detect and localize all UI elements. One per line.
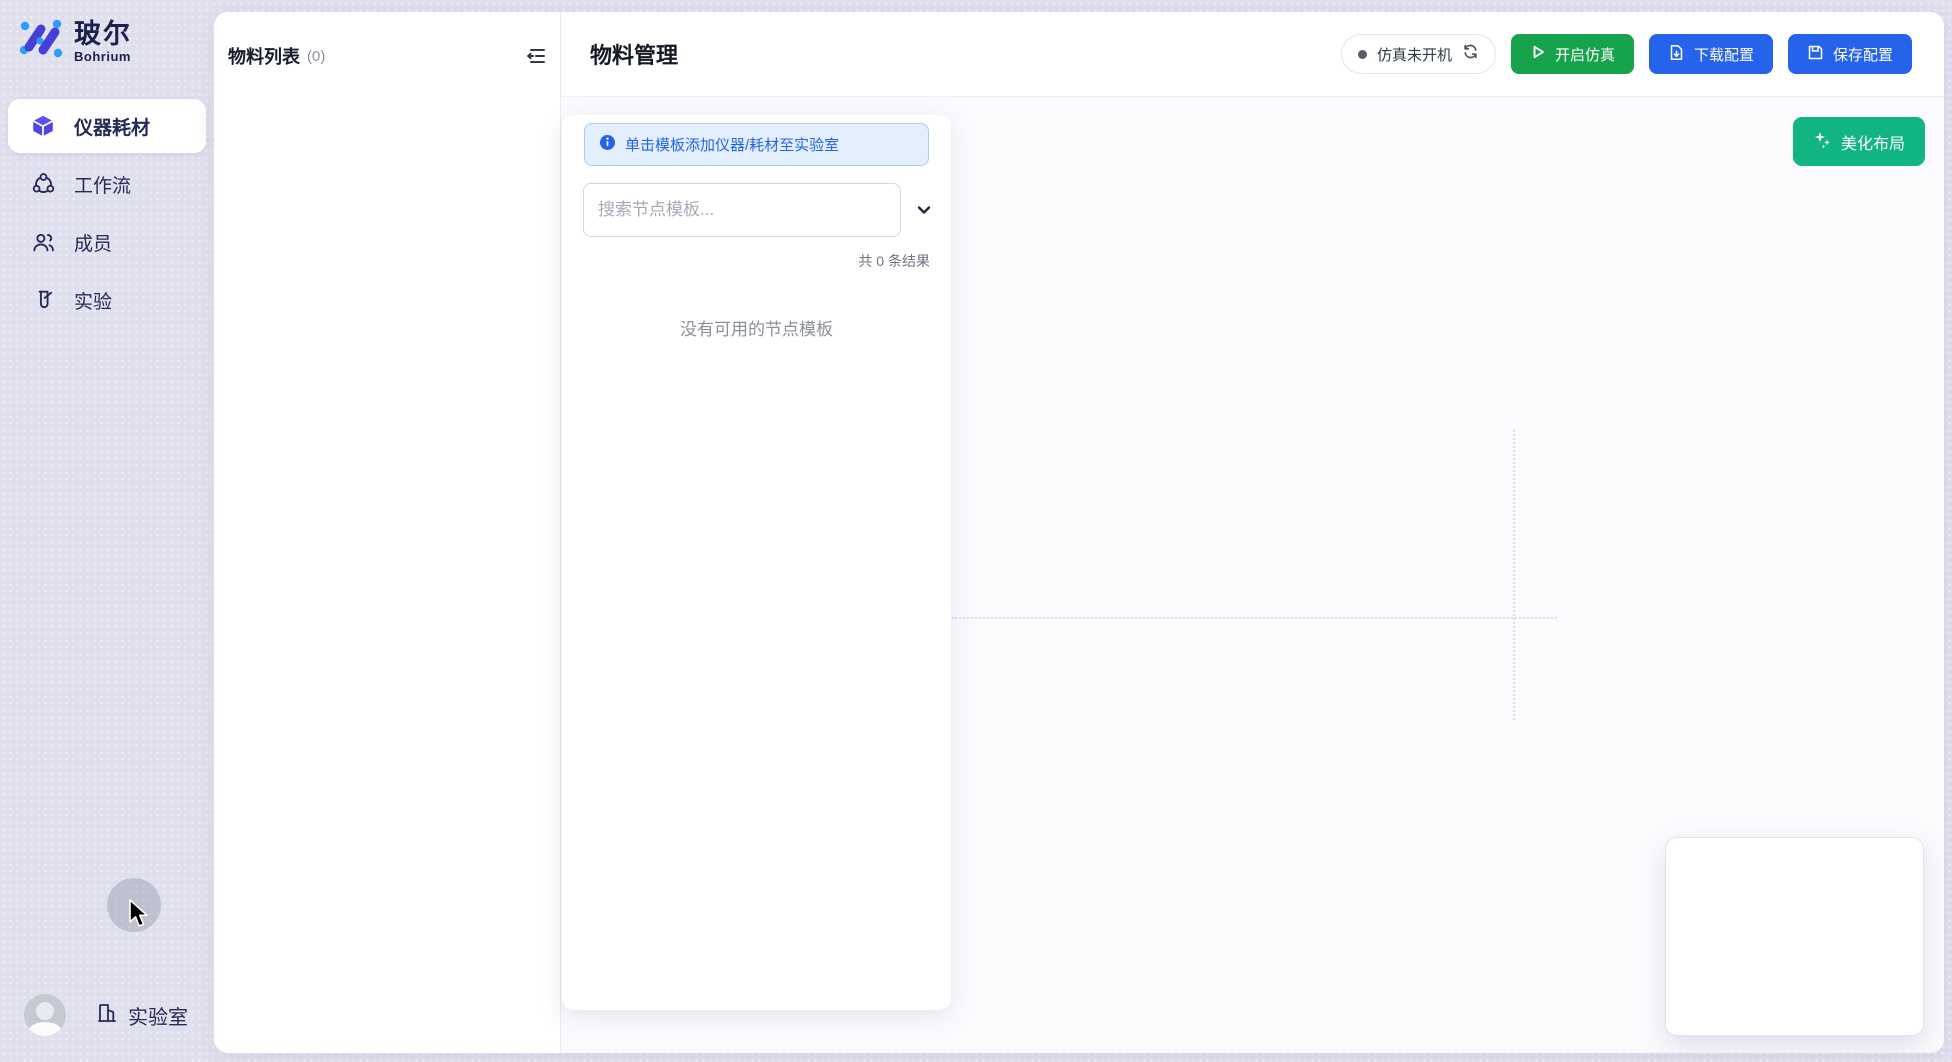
- collapse-panel-icon[interactable]: [522, 42, 550, 70]
- status-dot-icon: [1358, 50, 1367, 59]
- sidebar-item-instruments[interactable]: 仪器耗材: [8, 99, 206, 153]
- experiment-icon: [30, 287, 56, 313]
- search-row: [583, 183, 937, 237]
- mouse-cursor: [124, 898, 152, 930]
- building-icon: [95, 1001, 119, 1030]
- lab-label: 实验室: [128, 1001, 188, 1030]
- avatar-head: [36, 1002, 54, 1020]
- brand-name: 玻尔: [74, 20, 132, 48]
- start-simulation-button[interactable]: 开启仿真: [1511, 34, 1634, 74]
- sparkles-icon: [1813, 130, 1832, 154]
- brand-subtitle: Bohrium: [74, 50, 132, 64]
- header-actions: 仿真未开机: [1341, 34, 1912, 74]
- canvas-guide-vertical: [1513, 430, 1515, 720]
- tip-text: 单击模板添加仪器/耗材至实验室: [625, 134, 839, 155]
- canvas-guide-horizontal: [952, 617, 1557, 619]
- sidebar: 玻尔 Bohrium 仪器耗材: [0, 0, 214, 1062]
- bohrium-logo-icon: [18, 16, 64, 67]
- beautify-layout-label: 美化布局: [1841, 130, 1905, 154]
- node-template-panel: 单击模板添加仪器/耗材至实验室 共 0 条结果 没有可用的节点模板: [562, 115, 951, 1010]
- download-config-button[interactable]: 下载配置: [1649, 34, 1773, 74]
- content-card: 物料列表 (0) 物料管理: [214, 12, 1944, 1053]
- sim-status-label: 仿真未开机: [1377, 44, 1452, 65]
- materials-panel-header: 物料列表 (0): [214, 12, 560, 70]
- refresh-icon[interactable]: [1462, 43, 1479, 65]
- page-title: 物料管理: [590, 38, 678, 70]
- empty-templates-text: 没有可用的节点模板: [562, 315, 951, 340]
- sidebar-item-label: 成员: [74, 229, 112, 256]
- sidebar-item-members[interactable]: 成员: [8, 215, 206, 269]
- save-config-label: 保存配置: [1833, 44, 1893, 65]
- node-template-search-input[interactable]: [583, 183, 901, 237]
- materials-panel-count: (0): [307, 48, 325, 65]
- save-config-button[interactable]: 保存配置: [1788, 34, 1912, 74]
- cube-icon: [30, 113, 56, 139]
- download-config-label: 下载配置: [1694, 44, 1754, 65]
- canvas[interactable]: 单击模板添加仪器/耗材至实验室 共 0 条结果 没有可用的节点模板: [561, 97, 1944, 1053]
- brand: 玻尔 Bohrium: [0, 0, 214, 67]
- download-file-icon: [1668, 44, 1685, 65]
- chevron-down-icon[interactable]: [911, 197, 937, 223]
- main-area: 物料管理 仿真未开机: [561, 12, 1944, 1053]
- app-root: 玻尔 Bohrium 仪器耗材: [0, 0, 1952, 1062]
- info-icon: [599, 134, 616, 156]
- avatar-body: [28, 1022, 62, 1036]
- materials-panel: 物料列表 (0): [214, 12, 561, 1053]
- sidebar-item-label: 实验: [74, 287, 112, 314]
- sidebar-item-workflow[interactable]: 工作流: [8, 157, 206, 211]
- avatar[interactable]: [24, 994, 66, 1036]
- workflow-icon: [30, 171, 56, 197]
- sidebar-item-experiment[interactable]: 实验: [8, 273, 206, 327]
- tip-banner: 单击模板添加仪器/耗材至实验室: [584, 123, 929, 166]
- lab-entry[interactable]: 实验室: [95, 1001, 188, 1030]
- materials-panel-title: 物料列表: [228, 43, 300, 69]
- sidebar-item-label: 仪器耗材: [74, 113, 150, 140]
- result-count: 共 0 条结果: [562, 251, 930, 271]
- sim-status-pill[interactable]: 仿真未开机: [1341, 34, 1496, 74]
- sidebar-footer: 实验室: [24, 994, 188, 1036]
- sidebar-nav: 仪器耗材 工作流: [0, 99, 214, 327]
- members-icon: [30, 229, 56, 255]
- minimap[interactable]: [1665, 837, 1924, 1036]
- play-icon: [1530, 44, 1546, 64]
- save-icon: [1807, 44, 1824, 65]
- beautify-layout-button[interactable]: 美化布局: [1793, 117, 1925, 166]
- start-simulation-label: 开启仿真: [1555, 44, 1615, 65]
- main-header: 物料管理 仿真未开机: [561, 12, 1944, 97]
- sidebar-item-label: 工作流: [74, 171, 131, 198]
